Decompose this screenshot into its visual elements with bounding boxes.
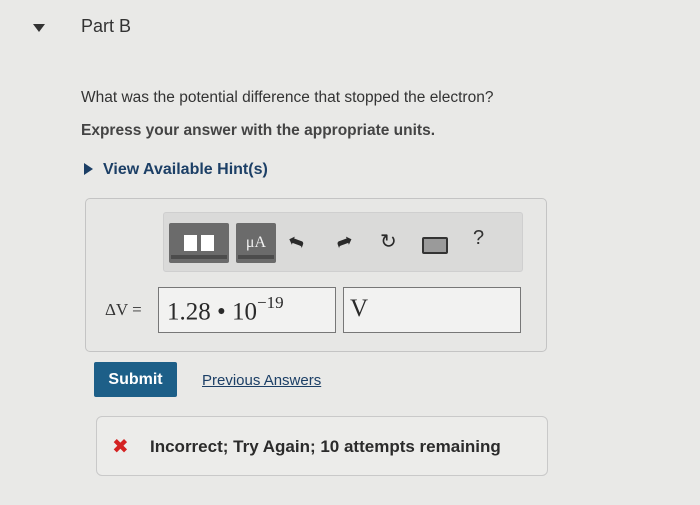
answer-unit-input[interactable]: V [343,287,521,333]
view-hints-link[interactable]: View Available Hint(s) [103,161,268,179]
keyboard-icon[interactable] [422,237,448,254]
previous-answers-link[interactable]: Previous Answers [202,372,321,389]
answer-value-input[interactable]: 1.28 • 10−19 [158,287,336,333]
units-button[interactable]: μA [236,223,276,263]
answer-variable-label: ΔV = [105,300,142,319]
templates-button[interactable] [169,223,229,263]
incorrect-x-icon: ✖ [112,436,129,458]
collapse-part-arrow-icon[interactable] [33,24,45,32]
answer-exponent: −19 [257,293,284,312]
part-title: Part B [81,16,132,36]
reset-icon[interactable]: ↻ [380,229,397,254]
question-instruction: Express your answer with the appropriate… [81,122,436,139]
units-button-label: μA [245,234,267,251]
answer-value-text: 1.28 • 10 [167,298,258,326]
feedback-message: Incorrect; Try Again; 10 attempts remain… [150,437,501,456]
question-prompt: What was the potential difference that s… [81,89,494,106]
undo-icon[interactable]: ➦ [284,227,308,256]
math-toolbar: μA ➦ ➦ ↻ ? [163,212,523,272]
template-square-icon [184,235,197,251]
template-square-icon [201,235,214,251]
submit-button[interactable]: Submit [94,362,177,397]
redo-icon[interactable]: ➦ [332,227,356,256]
hint-expand-icon[interactable] [84,163,93,175]
help-button[interactable]: ? [473,227,484,250]
